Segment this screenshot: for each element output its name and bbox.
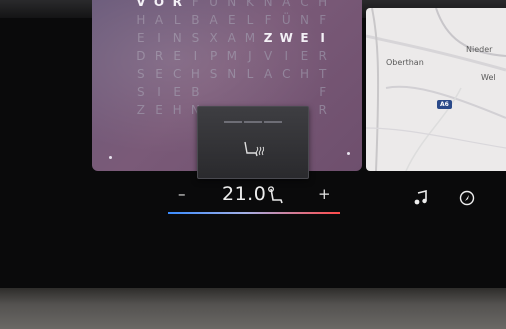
clock-letter: O	[153, 0, 165, 9]
clock-letter: H	[172, 103, 183, 117]
clock-letter: A	[264, 67, 273, 81]
seat-heating-popup[interactable]	[197, 106, 309, 179]
clock-letter: S	[137, 85, 146, 99]
clock-letter: E	[137, 31, 146, 45]
clock-letter: Ü	[281, 13, 292, 27]
clock-letter: C	[173, 67, 182, 81]
clock-letter: I	[193, 49, 198, 63]
seat-heating-icon	[244, 141, 264, 157]
clock-letter: B	[191, 13, 200, 27]
clock-letter: A	[282, 0, 291, 9]
clock-letter: H	[318, 0, 328, 9]
display-panel: VORFÜNKNACHHALBAELFÜNFEINSXAMZWEIDREIPMJ…	[0, 0, 506, 292]
map-label-oberthan: Oberthan	[386, 58, 424, 67]
clock-letter: V	[264, 49, 273, 63]
map-roads	[366, 8, 506, 171]
clock-letter: A	[209, 13, 219, 27]
clock-letter	[205, 84, 223, 101]
music-note-icon[interactable]	[413, 190, 429, 206]
clock-letter	[296, 84, 314, 101]
clock-letter: E	[173, 85, 182, 99]
clock-letter: C	[300, 0, 310, 9]
clock-letter: I	[157, 85, 162, 99]
clock-letter: R	[172, 0, 183, 9]
clock-letter: A	[154, 13, 164, 27]
map-widget[interactable]	[366, 8, 506, 171]
clock-letter: F	[319, 13, 327, 27]
clock-letter: N	[172, 31, 183, 45]
clock-letter: N	[263, 0, 274, 9]
map-label-wel: Wel	[481, 73, 496, 82]
clock-letter: Z	[136, 103, 146, 117]
clock-letter: H	[299, 67, 310, 81]
clock-letter: X	[209, 31, 219, 45]
clock-letter	[223, 84, 241, 101]
clock-letter: E	[300, 49, 309, 63]
heat-level-bar	[224, 121, 242, 123]
seat-icon[interactable]	[268, 187, 286, 205]
clock-letter: E	[173, 49, 182, 63]
dashboard-surface	[0, 288, 506, 329]
clock-letter: M	[244, 31, 256, 45]
clock-letter: S	[209, 67, 218, 81]
clock-letter: H	[136, 13, 146, 27]
clock-letter	[277, 84, 295, 101]
clock-letter: R	[154, 49, 164, 63]
clock-letter: I	[320, 31, 326, 45]
clock-letter: L	[246, 13, 254, 27]
heat-level-bar	[264, 121, 282, 123]
clock-letter: I	[157, 31, 162, 45]
clock-letter: E	[155, 67, 164, 81]
clock-letter: T	[318, 67, 327, 81]
clock-letter: E	[155, 103, 164, 117]
heat-level-bar	[244, 121, 262, 123]
clock-letter: L	[246, 67, 254, 81]
clock-letter: R	[318, 103, 328, 117]
clock-letter: K	[245, 0, 255, 9]
clock-letter: C	[282, 67, 291, 81]
clock-letter	[241, 84, 259, 101]
climate-control-bar: – 21.0° +	[150, 183, 350, 219]
road-badge: A6	[437, 100, 452, 109]
clock-letter: F	[264, 13, 273, 27]
clock-letter: A	[227, 31, 237, 45]
clock-letter: W	[279, 31, 294, 45]
clock-letter: L	[173, 13, 182, 27]
temperature-gradient-line	[168, 212, 340, 214]
clock-letter: S	[191, 31, 200, 45]
clock-letter: D	[136, 49, 146, 63]
temperature-decrease-button[interactable]: –	[178, 185, 186, 203]
navigation-icon[interactable]	[459, 190, 475, 206]
clock-letter: B	[191, 85, 200, 99]
corner-dot	[109, 156, 112, 159]
clock-letter: R	[318, 49, 328, 63]
clock-letter: J	[248, 49, 253, 63]
clock-letter: M	[226, 49, 238, 63]
clock-letter	[259, 84, 277, 101]
clock-letter: N	[227, 0, 237, 9]
clock-letter: E	[227, 13, 237, 27]
clock-letter: S	[137, 67, 146, 81]
clock-letter: P	[209, 49, 218, 63]
clock-letter: F	[319, 85, 327, 99]
clock-letter: F	[191, 0, 200, 9]
map-label-nieder: Nieder	[466, 45, 493, 54]
clock-letter: Z	[263, 31, 273, 45]
clock-letter: E	[300, 31, 310, 45]
corner-dot	[347, 152, 350, 155]
clock-letter: H	[190, 67, 201, 81]
word-clock-grid: VORFÜNKNACHHALBAELFÜNFEINSXAMZWEIDREIPMJ…	[132, 0, 332, 119]
temperature-increase-button[interactable]: +	[318, 185, 331, 203]
clock-letter: V	[136, 0, 146, 9]
clock-letter: Ü	[209, 0, 219, 9]
clock-letter: N	[299, 13, 310, 27]
clock-letter: I	[284, 49, 289, 63]
clock-letter: N	[227, 67, 237, 81]
